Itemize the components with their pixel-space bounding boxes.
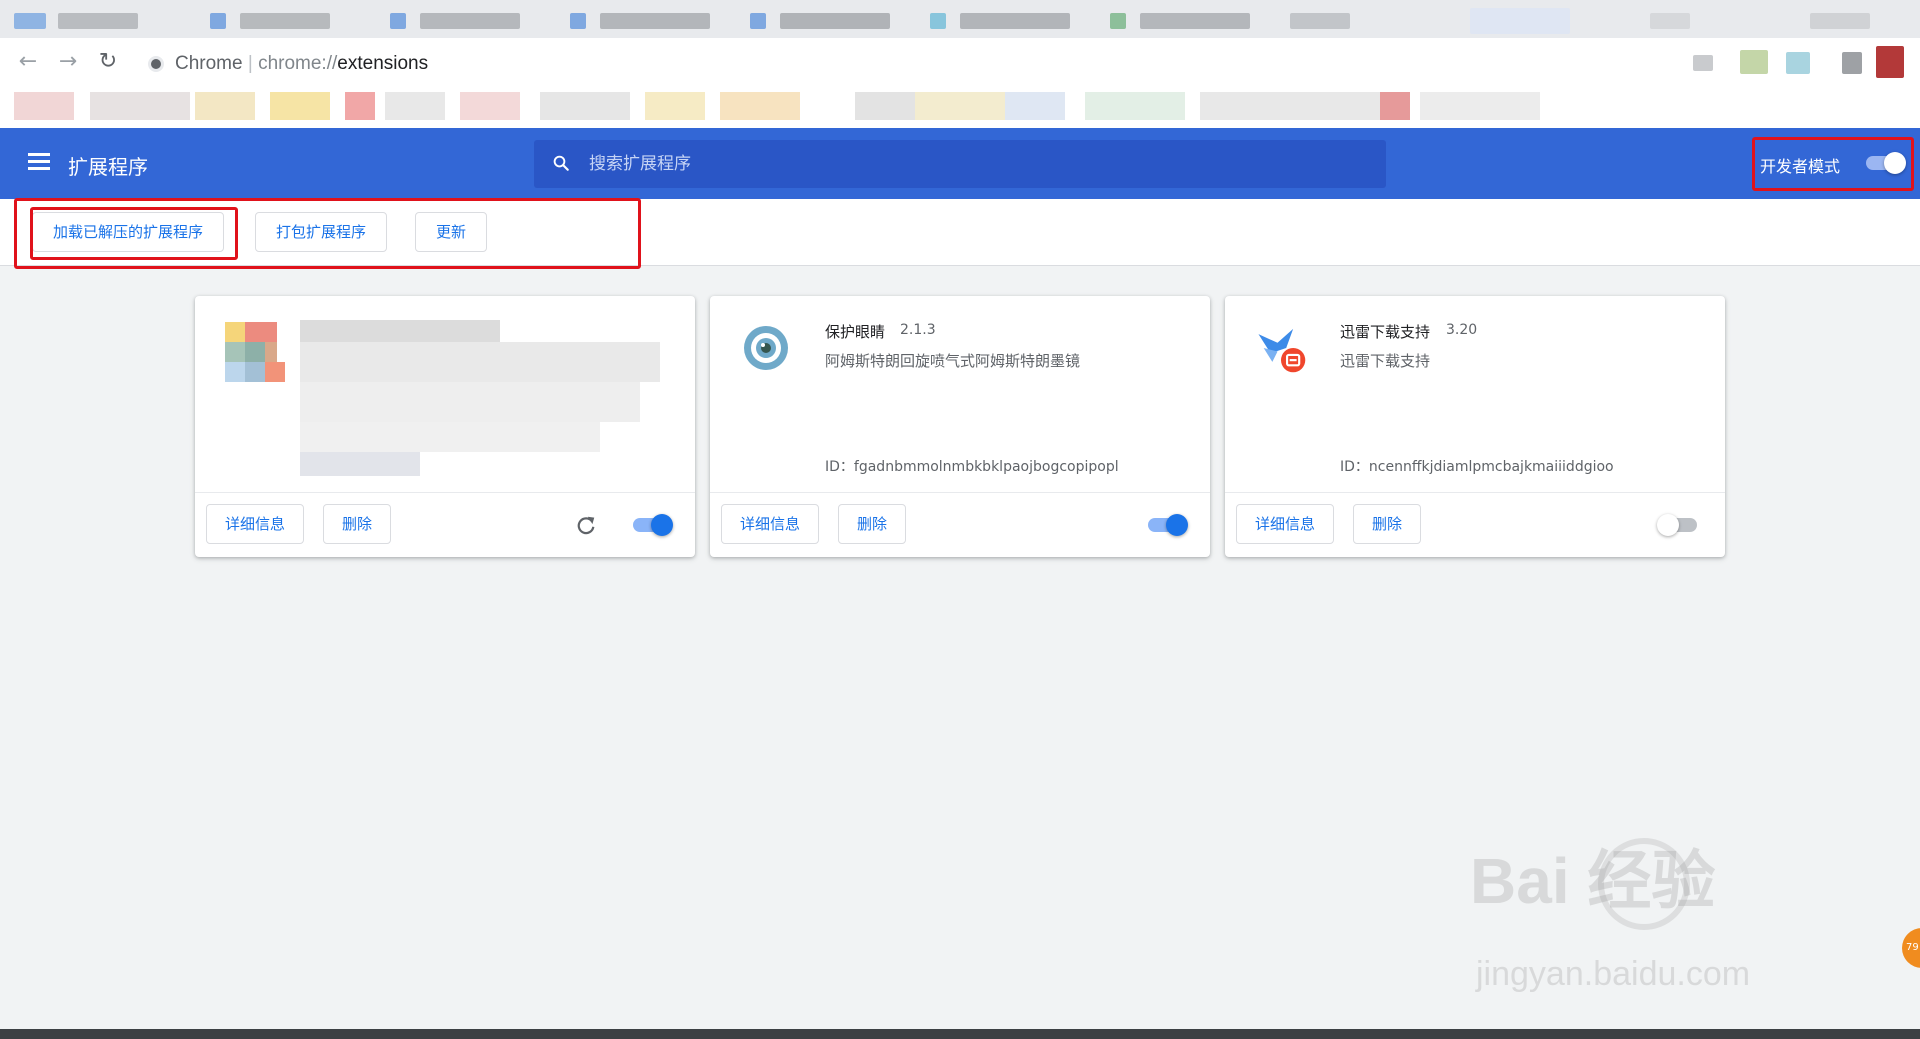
tab-blur — [780, 13, 890, 29]
search-box[interactable] — [534, 140, 1386, 188]
tab-blur — [1140, 13, 1250, 29]
url-text[interactable]: Chrome | chrome://extensions — [175, 53, 428, 75]
bookmark-blur[interactable] — [195, 92, 255, 120]
highlight-box-dev-mode — [1752, 137, 1914, 191]
tab-blur — [960, 13, 1070, 29]
extension-card: 详细信息 删除 — [195, 296, 695, 557]
bookmark-blur[interactable] — [855, 92, 915, 120]
blurred-text — [300, 382, 640, 422]
extension-card: 保护眼睛 2.1.3 阿姆斯特朗回旋喷气式阿姆斯特朗墨镜 ID：fgadnbmm… — [710, 296, 1210, 557]
enable-toggle[interactable] — [1146, 513, 1188, 537]
bookmark-blur[interactable] — [1380, 92, 1410, 120]
extension-icon-blur[interactable] — [1876, 46, 1904, 78]
bookmark-blur[interactable] — [1200, 92, 1380, 120]
tab-blur — [750, 13, 766, 29]
extension-id: ID：fgadnbmmolnmbkbklpaojbogcopipopl — [825, 459, 1119, 475]
details-button[interactable]: 详细信息 — [206, 504, 305, 544]
details-button[interactable]: 详细信息 — [721, 504, 820, 544]
reload-icon[interactable]: ↻ — [94, 48, 122, 76]
remove-button[interactable]: 删除 — [1353, 504, 1422, 544]
taskbar — [0, 1029, 1920, 1039]
page-title: 扩展程序 — [68, 155, 148, 179]
bookmark-blur[interactable] — [90, 92, 190, 120]
blurred-text — [300, 342, 660, 382]
tab-blur — [240, 13, 330, 29]
eye-icon — [744, 326, 788, 370]
bookmark-blur[interactable] — [540, 92, 630, 120]
bookmark-blur[interactable] — [270, 92, 330, 120]
tab-blur — [210, 13, 226, 29]
search-icon — [553, 155, 569, 171]
tab-blur — [390, 13, 406, 29]
thunder-bird-icon — [1258, 328, 1306, 373]
bookmark-blur[interactable] — [1420, 92, 1540, 120]
bookmark-blur[interactable] — [345, 92, 375, 120]
hamburger-menu-icon[interactable] — [28, 153, 50, 171]
tab-blur — [1290, 13, 1350, 29]
tab-blur — [58, 13, 138, 29]
browser-tabstrip — [0, 0, 1920, 38]
enable-toggle[interactable] — [631, 513, 673, 537]
tab-blur — [1110, 13, 1126, 29]
arrow-left-icon[interactable]: ← — [14, 48, 42, 76]
bookmark-blur[interactable] — [1085, 92, 1185, 120]
enable-toggle[interactable] — [1657, 513, 1699, 537]
extension-description: 阿姆斯特朗回旋喷气式阿姆斯特朗墨镜 — [825, 352, 1081, 370]
extension-name: 迅雷下载支持 — [1340, 323, 1431, 341]
extension-icon-blur[interactable] — [1786, 52, 1810, 74]
blurred-text — [300, 320, 500, 342]
extension-icon-blur[interactable] — [1740, 50, 1768, 74]
tab-blur — [930, 13, 946, 29]
tab-blur — [1470, 8, 1570, 34]
url-scheme: chrome:// — [258, 53, 338, 74]
extension-card: 迅雷下载支持 3.20 迅雷下载支持 ID：ncennffkjdiamlpmcb… — [1225, 296, 1725, 557]
blurred-text — [300, 422, 600, 452]
url-host: extensions — [337, 53, 429, 74]
extension-name: 保护眼睛 — [825, 323, 886, 341]
highlight-box-load-unpacked — [30, 207, 238, 260]
extension-description: 迅雷下载支持 — [1340, 352, 1431, 370]
card-footer: 详细信息 删除 — [710, 492, 1210, 557]
bookmark-blur[interactable] — [915, 92, 1015, 120]
extension-icon-blur[interactable] — [1842, 52, 1862, 74]
bookmark-blur[interactable] — [645, 92, 705, 120]
arrow-right-icon[interactable]: → — [54, 48, 82, 76]
tab-blur — [600, 13, 710, 29]
extensions-header: 扩展程序 开发者模式 — [0, 128, 1920, 199]
bookmark-blur[interactable] — [385, 92, 445, 120]
tab-blur — [1810, 13, 1870, 29]
bookmark-blur[interactable] — [720, 92, 800, 120]
tab-blur — [14, 13, 46, 29]
bookmark-blur[interactable] — [14, 92, 74, 120]
blurred-text — [300, 452, 420, 476]
card-footer: 详细信息 删除 — [1225, 492, 1725, 557]
remove-button[interactable]: 删除 — [323, 504, 392, 544]
tab-blur — [420, 13, 520, 29]
reload-icon[interactable] — [575, 514, 597, 536]
extension-version: 2.1.3 — [900, 322, 936, 338]
remove-button[interactable]: 删除 — [838, 504, 907, 544]
extension-icon — [225, 322, 285, 382]
card-footer: 详细信息 删除 — [195, 492, 695, 557]
extension-icon-blur[interactable] — [1693, 55, 1713, 71]
tab-blur — [1650, 13, 1690, 29]
extension-id: ID：ncennffkjdiamlpmcbajkmaiiiddgioo — [1340, 459, 1614, 475]
extension-version: 3.20 — [1446, 322, 1478, 338]
floating-badge[interactable]: 79 — [1902, 928, 1920, 968]
bookmark-blur[interactable] — [460, 92, 520, 120]
search-input[interactable] — [589, 140, 1369, 188]
watermark-text: Bai 经验 — [1470, 845, 1716, 917]
url-app-name: Chrome — [175, 53, 243, 74]
watermark-url: jingyan.baidu.com — [1476, 955, 1751, 993]
bookmark-blur[interactable] — [1005, 92, 1065, 120]
bookmarks-bar — [0, 88, 1920, 128]
tab-blur — [570, 13, 586, 29]
details-button[interactable]: 详细信息 — [1236, 504, 1335, 544]
chrome-logo-icon — [148, 56, 164, 72]
